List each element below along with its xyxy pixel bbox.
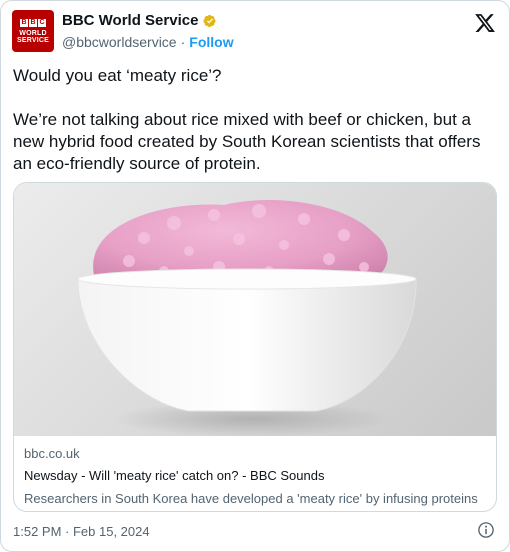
tweet-timestamp[interactable]: 1:52 PM · Feb 15, 2024: [13, 524, 150, 539]
account-name-row: BBC World Service: [62, 12, 218, 29]
link-card[interactable]: bbc.co.uk Newsday - Will 'meaty rice' ca…: [13, 182, 497, 512]
link-card-description: Researchers in South Korea have develope…: [24, 491, 478, 506]
follow-button[interactable]: Follow: [189, 34, 233, 50]
account-name[interactable]: BBC World Service: [62, 12, 198, 29]
bbc-logo-blocks: B B C: [20, 18, 46, 27]
tweet-text-line1: Would you eat ‘meaty rice’?: [13, 66, 222, 85]
tweet-text: Would you eat ‘meaty rice’? We’re not ta…: [13, 65, 499, 175]
x-logo-icon[interactable]: [474, 12, 496, 34]
rice-bowl-illustration: [77, 200, 417, 436]
link-card-domain: bbc.co.uk: [24, 446, 80, 461]
logo-block-c: C: [38, 18, 46, 27]
avatar-line-world: WORLD: [19, 29, 47, 37]
separator-dot: ·: [180, 34, 186, 50]
avatar-line-service: SERVICE: [16, 36, 49, 44]
gold-verified-icon[interactable]: [202, 13, 218, 29]
tweet-card: B B C WORLD SERVICE BBC World Service @b…: [0, 0, 510, 552]
logo-block-b2: B: [29, 18, 37, 27]
bowl-of-pink-rice-image[interactable]: [14, 183, 496, 436]
avatar[interactable]: B B C WORLD SERVICE: [12, 10, 54, 52]
tweet-text-line2: We’re not talking about rice mixed with …: [13, 110, 481, 173]
handle-row: @bbcworldservice · Follow: [62, 34, 234, 50]
logo-block-b1: B: [20, 18, 28, 27]
link-card-meta: bbc.co.uk Newsday - Will 'meaty rice' ca…: [24, 445, 490, 509]
info-icon[interactable]: [477, 521, 495, 539]
link-card-title[interactable]: Newsday - Will 'meaty rice' catch on? - …: [24, 466, 490, 486]
account-handle[interactable]: @bbcworldservice: [62, 34, 177, 50]
